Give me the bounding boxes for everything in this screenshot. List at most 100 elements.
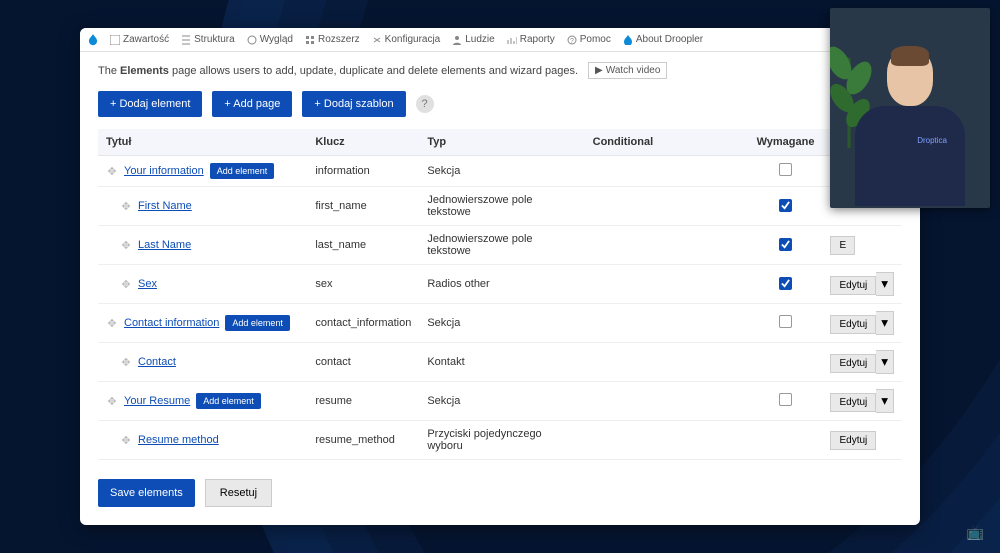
- row-required: [749, 187, 823, 226]
- elements-table: Tytuł Klucz Typ Conditional Wymagane Op …: [98, 129, 902, 465]
- elements-table-wrap: Tytuł Klucz Typ Conditional Wymagane Op …: [80, 129, 920, 465]
- required-checkbox[interactable]: [779, 163, 792, 176]
- row-type: Sekcja: [419, 382, 584, 421]
- row-key: contact_information: [307, 304, 419, 343]
- toolbar-item-extend[interactable]: Rozszerz: [299, 32, 366, 47]
- help-icon[interactable]: ?: [416, 95, 434, 113]
- form-footer: Save elements Resetuj: [80, 465, 920, 525]
- drag-handle-icon[interactable]: ✥: [106, 317, 118, 330]
- toolbar-item-label: Raporty: [520, 34, 555, 45]
- drag-handle-icon[interactable]: ✥: [120, 200, 132, 213]
- toolbar-item-about[interactable]: About Droopler: [617, 32, 709, 47]
- intro-rest: page allows users to add, update, duplic…: [169, 65, 578, 77]
- drag-handle-icon[interactable]: ✥: [120, 434, 132, 447]
- edit-button[interactable]: Edytuj: [830, 431, 876, 450]
- table-row: ✥ First Name first_nameJednowierszowe pole…: [98, 187, 902, 226]
- toolbar-item-label: Ludzie: [465, 34, 494, 45]
- drag-handle-icon[interactable]: ✥: [120, 356, 132, 369]
- required-checkbox[interactable]: [779, 393, 792, 406]
- required-checkbox[interactable]: [779, 199, 792, 212]
- edit-button[interactable]: E: [830, 236, 855, 255]
- toolbar-item-people[interactable]: Ludzie: [446, 32, 500, 47]
- drupal-logo-icon[interactable]: [84, 31, 102, 49]
- edit-button[interactable]: Edytuj: [830, 354, 876, 373]
- row-key: contact: [307, 343, 419, 382]
- watch-video-label: Watch video: [606, 65, 661, 76]
- content-icon: [110, 35, 120, 45]
- table-row: ✥ Contact information Add element contact_…: [98, 304, 902, 343]
- presenter-video: Droptica: [830, 8, 990, 208]
- person-avatar: Droptica: [855, 38, 965, 208]
- drag-handle-icon[interactable]: ✥: [106, 395, 118, 408]
- toolbar-item-structure[interactable]: Struktura: [175, 32, 241, 47]
- row-title-link[interactable]: Your information: [124, 165, 204, 177]
- row-required: [749, 382, 823, 421]
- reports-icon: [507, 35, 517, 45]
- row-conditional: [585, 343, 749, 382]
- row-operations: Edytuj▾: [822, 382, 902, 421]
- ops-dropdown-button[interactable]: ▾: [876, 311, 894, 335]
- ops-dropdown-button[interactable]: ▾: [876, 272, 894, 296]
- row-key: first_name: [307, 187, 419, 226]
- toolbar-item-help[interactable]: ?Pomoc: [561, 32, 617, 47]
- row-conditional: [585, 226, 749, 265]
- appearance-icon: [247, 35, 257, 45]
- actions-row: + Dodaj element + Add page + Dodaj szabl…: [80, 85, 920, 129]
- row-conditional: [585, 265, 749, 304]
- row-title-link[interactable]: Contact information: [124, 317, 219, 329]
- required-checkbox[interactable]: [779, 277, 792, 290]
- inline-add-element-button[interactable]: Add element: [196, 393, 261, 409]
- svg-text:?: ?: [570, 38, 574, 45]
- toolbar-item-label: Struktura: [194, 34, 235, 45]
- inline-add-element-button[interactable]: Add element: [225, 315, 290, 331]
- add-page-button[interactable]: + Add page: [212, 91, 292, 117]
- col-key: Klucz: [307, 129, 419, 156]
- required-checkbox[interactable]: [779, 238, 792, 251]
- watch-video-button[interactable]: ▶ Watch video: [588, 62, 667, 79]
- row-conditional: [585, 187, 749, 226]
- row-title-link[interactable]: First Name: [138, 200, 192, 212]
- intro-text: The Elements page allows users to add, u…: [80, 52, 920, 85]
- table-row: ✥Resume methodresume_methodPrzyciski poj…: [98, 421, 902, 460]
- config-icon: [372, 35, 382, 45]
- reset-button[interactable]: Resetuj: [205, 479, 272, 507]
- row-type: Jednowierszowe pole tekstowe: [419, 226, 584, 265]
- ops-dropdown-button[interactable]: ▾: [876, 389, 894, 413]
- ops-dropdown-button[interactable]: ▾: [876, 350, 894, 374]
- row-title-link[interactable]: Last Name: [138, 239, 191, 251]
- row-required: [749, 156, 823, 187]
- toolbar-item-content[interactable]: Zawartość: [104, 32, 175, 47]
- add-element-button[interactable]: + Dodaj element: [98, 91, 202, 117]
- people-icon: [452, 35, 462, 45]
- drag-handle-icon[interactable]: ✥: [120, 278, 132, 291]
- edit-button[interactable]: Edytuj: [830, 393, 876, 412]
- row-title-link[interactable]: Contact: [138, 356, 176, 368]
- col-type: Typ: [419, 129, 584, 156]
- save-elements-button[interactable]: Save elements: [98, 479, 195, 507]
- drag-handle-icon[interactable]: ✥: [106, 165, 118, 178]
- toolbar-item-appearance[interactable]: Wygląd: [241, 32, 299, 47]
- row-type: Jednowierszowe pole tekstowe: [419, 187, 584, 226]
- inline-add-element-button[interactable]: Add element: [210, 163, 275, 179]
- add-template-button[interactable]: + Dodaj szablon: [302, 91, 405, 117]
- row-required: [749, 343, 823, 382]
- intro-strong: Elements: [120, 65, 169, 77]
- edit-button[interactable]: Edytuj: [830, 276, 876, 295]
- toolbar-item-reports[interactable]: Raporty: [501, 32, 561, 47]
- about-icon: [623, 35, 633, 45]
- extend-icon: [305, 35, 315, 45]
- edit-button[interactable]: Edytuj: [830, 315, 876, 334]
- toolbar-item-config[interactable]: Konfiguracja: [366, 32, 447, 47]
- row-title-link[interactable]: Sex: [138, 278, 157, 290]
- drag-handle-icon[interactable]: ✥: [120, 239, 132, 252]
- camera-icon[interactable]: 📺: [967, 524, 984, 541]
- table-row: ✥Your information Add elementinformation…: [98, 156, 902, 187]
- required-checkbox[interactable]: [779, 315, 792, 328]
- row-conditional: [585, 382, 749, 421]
- row-title-link[interactable]: Your Resume: [124, 395, 190, 407]
- row-key: last_name: [307, 226, 419, 265]
- admin-panel: Zawartość Struktura WyglądRozszerzKonfigur…: [80, 28, 920, 525]
- toolbar-item-label: About Droopler: [636, 34, 703, 45]
- shirt-logo: Droptica: [917, 136, 947, 145]
- row-title-link[interactable]: Resume method: [138, 434, 219, 446]
